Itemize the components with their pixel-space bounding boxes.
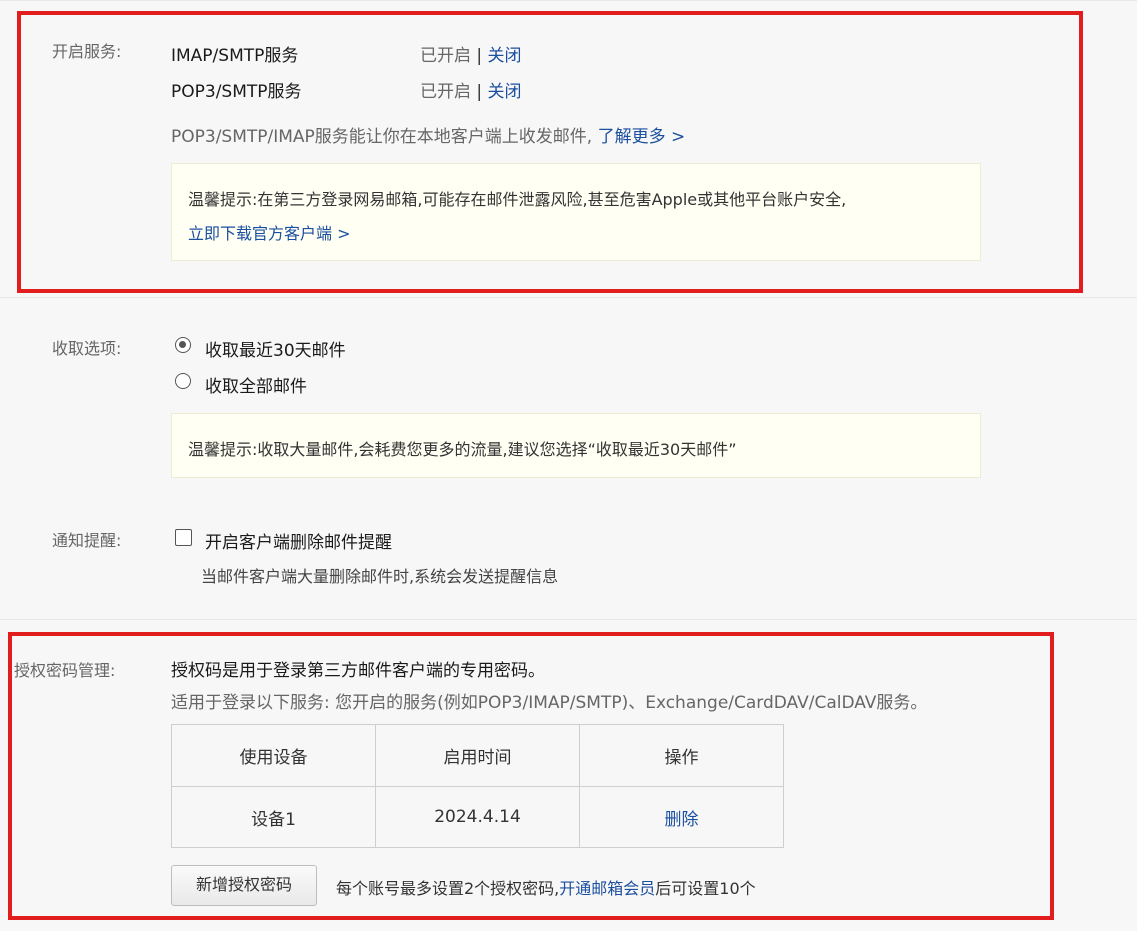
section-divider xyxy=(0,619,1137,620)
delete-reminder-checkbox[interactable] xyxy=(175,529,192,546)
fetch-30days-radio[interactable] xyxy=(175,337,191,353)
top-divider xyxy=(0,0,1137,1)
highlight-box-auth xyxy=(8,632,1054,920)
delete-reminder-hint: 当邮件客户端大量删除邮件时,系统会发送提醒信息 xyxy=(201,567,559,586)
fetch-label: 收取选项: xyxy=(52,339,122,358)
notify-label: 通知提醒: xyxy=(52,531,122,550)
delete-reminder-label[interactable]: 开启客户端删除邮件提醒 xyxy=(205,528,392,553)
fetch-tip-text: 温馨提示:收取大量邮件,会耗费您更多的流量,建议您选择“收取最近30天邮件” xyxy=(188,440,737,459)
fetch-30days-label[interactable]: 收取最近30天邮件 xyxy=(205,336,346,361)
fetch-tip-box: 温馨提示:收取大量邮件,会耗费您更多的流量,建议您选择“收取最近30天邮件” xyxy=(171,413,981,478)
fetch-all-label[interactable]: 收取全部邮件 xyxy=(205,372,307,397)
highlight-box-services xyxy=(17,11,1083,293)
section-divider xyxy=(0,297,1137,298)
fetch-all-radio[interactable] xyxy=(175,373,191,389)
